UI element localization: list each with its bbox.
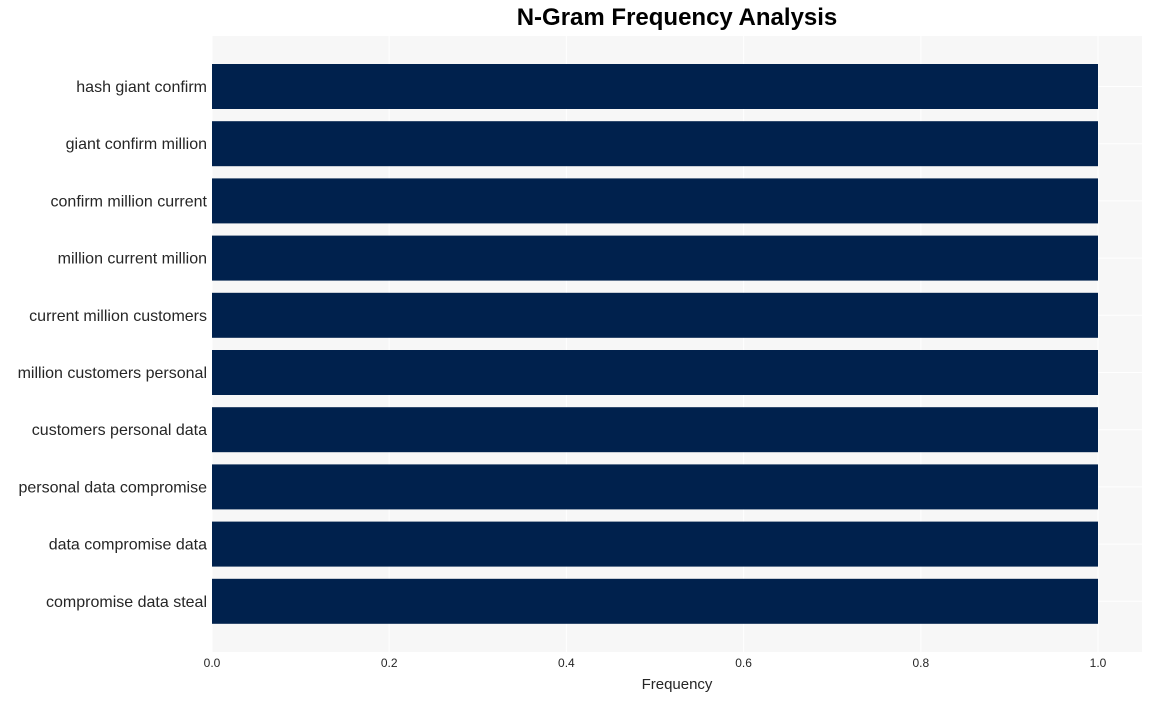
y-tick-label: customers personal data (32, 422, 207, 439)
bar (212, 464, 1098, 510)
bar (212, 235, 1098, 281)
x-tick-label: 0.6 (735, 656, 752, 670)
x-tick-label: 1.0 (1090, 656, 1107, 670)
bar-chart: hash giant confirm giant confirm million c… (18, 36, 1142, 693)
x-tick-label: 0.2 (381, 656, 398, 670)
bar (212, 521, 1098, 567)
y-tick-label: current million customers (29, 308, 207, 325)
x-tick-label: 0.0 (204, 656, 221, 670)
y-tick-label: data compromise data (49, 537, 207, 554)
x-axis-ticks: 0.0 0.2 0.4 0.6 0.8 1.0 (204, 656, 1107, 670)
bar (212, 407, 1098, 453)
x-tick-label: 0.8 (912, 656, 929, 670)
y-axis-labels: hash giant confirm giant confirm million c… (18, 79, 208, 611)
bar (212, 350, 1098, 395)
y-tick-label: million current million (58, 251, 207, 268)
x-tick-label: 0.4 (558, 656, 575, 670)
y-tick-label: compromise data steal (46, 594, 207, 611)
y-tick-label: personal data compromise (18, 479, 207, 496)
x-axis-label: Frequency (642, 676, 713, 693)
bar (212, 178, 1098, 224)
bar (212, 292, 1098, 338)
y-tick-label: million customers personal (18, 365, 207, 382)
bar (212, 64, 1098, 109)
bar (212, 121, 1098, 167)
y-tick-label: confirm million current (51, 193, 208, 210)
y-tick-label: giant confirm million (66, 136, 207, 153)
y-tick-label: hash giant confirm (76, 79, 207, 96)
bar (212, 578, 1098, 624)
